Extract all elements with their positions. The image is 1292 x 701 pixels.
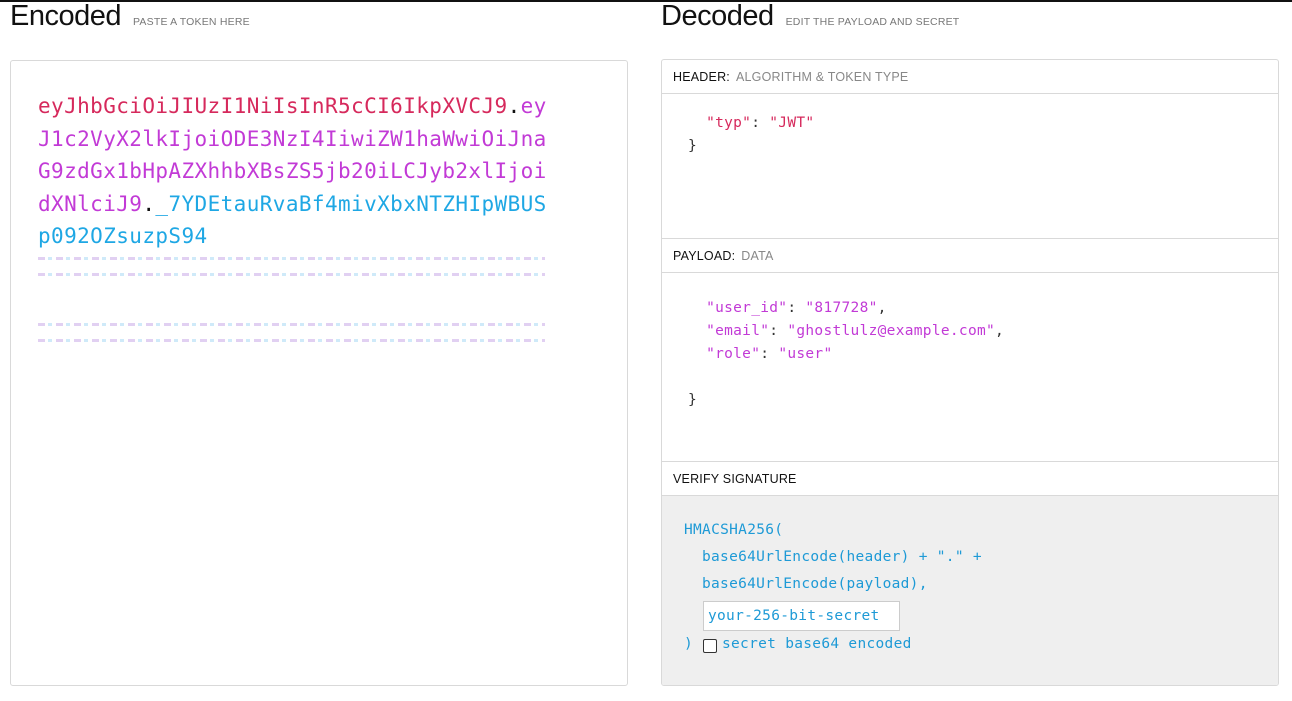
token-dot: .	[142, 191, 156, 216]
json-value: "user"	[778, 346, 833, 362]
json-value: "817728"	[805, 300, 878, 316]
verify-close-paren: )	[684, 636, 694, 652]
redaction-artifact	[38, 273, 545, 276]
header-close-brace: }	[688, 138, 698, 154]
payload-label: PAYLOAD:	[673, 248, 736, 263]
json-key: "typ"	[706, 115, 752, 131]
encoded-title: Encoded	[10, 0, 122, 32]
encoded-heading: Encoded PASTE A TOKEN HERE	[10, 0, 250, 39]
json-value: "JWT"	[769, 115, 815, 131]
payload-section-label: PAYLOAD: DATA	[662, 239, 1278, 273]
encoded-subtitle: PASTE A TOKEN HERE	[133, 16, 250, 28]
decoded-panel: HEADER: ALGORITHM & TOKEN TYPE "typ": "J…	[661, 59, 1279, 686]
verify-signature-body: HMACSHA256( base64UrlEncode(header) + ".…	[662, 496, 1278, 685]
header-json-editor[interactable]: "typ": "JWT"	[688, 112, 814, 135]
header-label: HEADER:	[673, 69, 730, 84]
token-text[interactable]: eyJhbGciOiJIUzI1NiIsInR5cCI6IkpXVCJ9.eyJ…	[38, 90, 558, 253]
encoded-token-editor[interactable]: eyJhbGciOiJIUzI1NiIsInR5cCI6IkpXVCJ9.eyJ…	[10, 60, 628, 686]
payload-hint: DATA	[741, 248, 774, 263]
redaction-artifact	[38, 339, 545, 342]
header-section-label: HEADER: ALGORITHM & TOKEN TYPE	[662, 60, 1278, 94]
verify-line-header: base64UrlEncode(header) + "." +	[702, 549, 982, 565]
base64-checkbox-label[interactable]: secret base64 encoded	[722, 636, 912, 652]
json-key: "user_id"	[706, 300, 788, 316]
decoded-heading: Decoded EDIT THE PAYLOAD AND SECRET	[661, 0, 959, 39]
token-header-part: eyJhbGciOiJIUzI1NiIsInR5cCI6IkpXVCJ9	[38, 94, 508, 118]
payload-line-email: "email": "ghostlulz@example.com",	[706, 323, 1005, 339]
verify-section-label: VERIFY SIGNATURE	[662, 462, 1278, 496]
json-key: "role"	[706, 346, 761, 362]
redaction-artifact	[38, 323, 545, 326]
secret-input[interactable]: your-256-bit-secret	[703, 601, 900, 631]
json-key: "email"	[706, 323, 770, 339]
decoded-subtitle: EDIT THE PAYLOAD AND SECRET	[785, 16, 960, 28]
payload-close-brace: }	[688, 392, 698, 408]
base64-checkbox[interactable]	[703, 639, 717, 653]
header-hint: ALGORITHM & TOKEN TYPE	[735, 69, 909, 84]
decoded-title: Decoded	[661, 0, 774, 32]
verify-label: VERIFY SIGNATURE	[673, 471, 797, 486]
token-dot: .	[507, 94, 521, 118]
verify-line-hmac: HMACSHA256(	[684, 522, 784, 538]
payload-line-user-id: "user_id": "817728",	[706, 300, 887, 316]
verify-line-payload: base64UrlEncode(payload),	[702, 576, 928, 592]
json-value: "ghostlulz@example.com"	[787, 323, 996, 339]
redaction-artifact	[38, 257, 545, 260]
payload-line-role: "role": "user"	[706, 346, 833, 362]
